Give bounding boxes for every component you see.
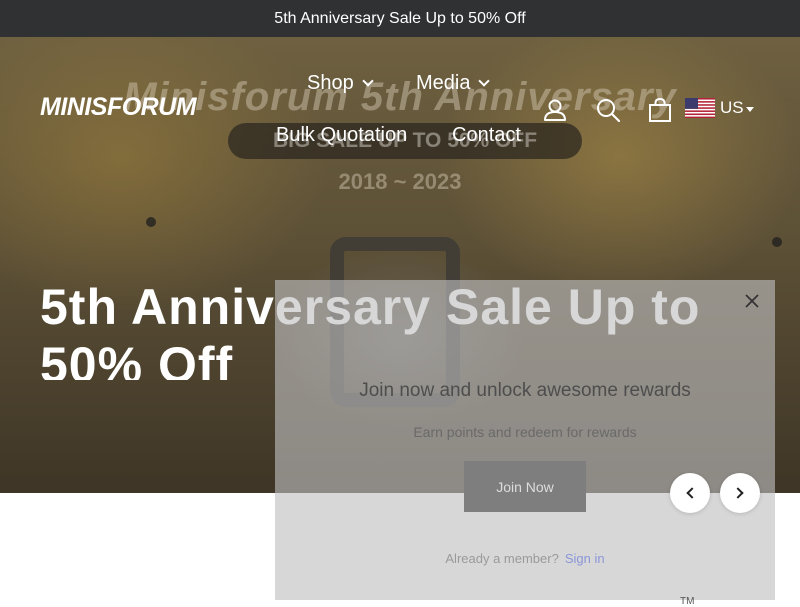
hero-image-dot	[146, 217, 156, 227]
hero-image-years: 2018 ~ 2023	[338, 169, 462, 194]
nav-contact[interactable]: Contact	[452, 124, 521, 147]
nav-media[interactable]: Media	[416, 72, 491, 95]
chevron-left-icon	[686, 487, 698, 499]
cart-icon[interactable]	[647, 97, 673, 123]
nav-bulk-quotation-label: Bulk Quotation	[276, 124, 408, 146]
chevron-right-icon	[732, 487, 744, 499]
announcement-text: 5th Anniversary Sale Up to 50% Off	[274, 9, 526, 27]
account-icon[interactable]	[542, 97, 568, 123]
slider-prev-button[interactable]	[670, 473, 710, 513]
member-text: Already a member?	[445, 551, 559, 566]
nav-contact-label: Contact	[452, 124, 521, 146]
nav-shop[interactable]: Shop	[307, 72, 374, 95]
nav-bulk-quotation[interactable]: Bulk Quotation	[276, 124, 407, 147]
popup-title: Join now and unlock awesome rewards	[359, 380, 691, 401]
rewards-popup: Join now and unlock awesome rewards Earn…	[275, 280, 775, 607]
caret-down-icon	[745, 106, 754, 112]
hero-image-dot	[772, 237, 782, 247]
nav-shop-label: Shop	[307, 72, 354, 94]
us-flag-icon[interactable]	[685, 98, 715, 118]
slider-next-button[interactable]	[720, 473, 760, 513]
chevron-down-icon	[478, 75, 491, 87]
close-icon[interactable]	[743, 292, 761, 310]
nav-media-label: Media	[416, 72, 471, 94]
member-signin-row: Already a member? Sign in	[275, 551, 775, 566]
search-icon[interactable]	[595, 97, 621, 123]
site-header: MINISFORUM Shop Media Bulk Quotation Con…	[0, 37, 800, 167]
brand-logo[interactable]: MINISFORUM	[40, 93, 197, 122]
popup-tag: TM	[680, 596, 695, 607]
join-now-button[interactable]: Join Now	[464, 461, 586, 512]
chevron-down-icon	[362, 75, 374, 87]
announcement-bar[interactable]: 5th Anniversary Sale Up to 50% Off	[0, 0, 800, 37]
currency-label: US	[720, 98, 744, 117]
currency-selector[interactable]: US	[720, 98, 754, 118]
popup-subtitle: Earn points and redeem for rewards	[413, 424, 637, 440]
signin-link[interactable]: Sign in	[565, 551, 605, 566]
